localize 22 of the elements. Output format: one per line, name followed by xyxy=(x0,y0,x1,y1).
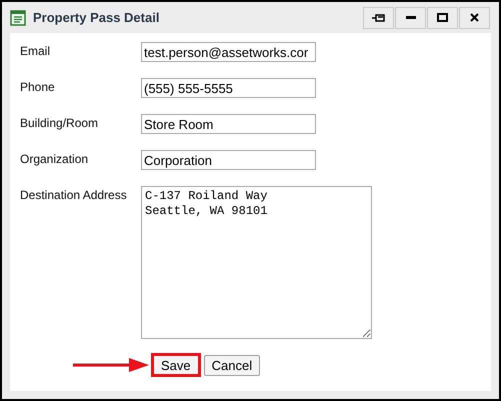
field-label: Building/Room xyxy=(20,115,100,132)
input-field[interactable]: Store Room xyxy=(141,114,316,134)
address-textarea[interactable]: C-137 Roiland Way Seattle, WA 98101 xyxy=(141,186,372,339)
maximize-button[interactable] xyxy=(427,6,458,28)
minimize-button[interactable] xyxy=(395,6,426,28)
pin-icon xyxy=(372,14,386,22)
input-field[interactable]: Corporation xyxy=(141,150,316,170)
cancel-button[interactable]: Cancel xyxy=(204,354,260,376)
input-field[interactable]: test.person@assetworks.cor xyxy=(141,42,316,62)
field-label: Organization xyxy=(20,151,90,168)
minimize-icon xyxy=(406,16,416,19)
field-label: Destination Address xyxy=(20,187,128,204)
close-icon xyxy=(470,13,479,22)
pin-button[interactable] xyxy=(363,6,394,28)
window-title: Property Pass Detail xyxy=(33,8,160,27)
close-button[interactable] xyxy=(459,6,490,28)
save-button[interactable]: Save xyxy=(151,353,201,377)
field-label: Email xyxy=(20,43,52,60)
input-field[interactable]: (555) 555-5555 xyxy=(141,78,316,98)
form-icon xyxy=(10,10,26,26)
field-label: Phone xyxy=(20,79,56,96)
maximize-icon xyxy=(437,13,448,22)
